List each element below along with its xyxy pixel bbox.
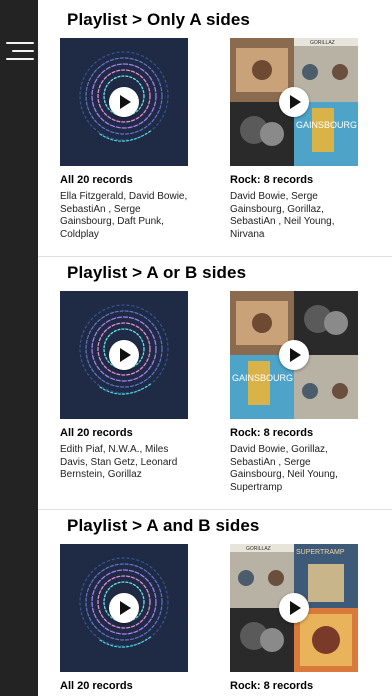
playlist-card-rock[interactable]: GORILLAZ SUPERTRAMP Rock: 8 records bbox=[230, 544, 358, 692]
card-title: Rock: 8 records bbox=[230, 427, 314, 439]
section-title: Playlist > Only A sides bbox=[67, 10, 250, 29]
card-artists: Ella Fitzgerald, David Bowie, SebastiAn … bbox=[60, 191, 188, 240]
cover-label: GAINSBOURG bbox=[296, 120, 357, 130]
play-icon[interactable] bbox=[279, 87, 309, 117]
card-artists: David Bowie, Serge Gainsbourg, Gorillaz,… bbox=[230, 191, 335, 240]
play-icon[interactable] bbox=[109, 340, 139, 370]
rock-collage-cover: GAINSBOURG bbox=[230, 291, 358, 419]
play-icon[interactable] bbox=[279, 340, 309, 370]
playlist-card-all[interactable]: All 20 records Edith Piaf, N.W.A., Miles… bbox=[60, 291, 188, 482]
rock-collage-cover: GORILLAZ SUPERTRAMP bbox=[230, 544, 358, 672]
section-title: Playlist > A or B sides bbox=[67, 263, 247, 282]
section-divider bbox=[38, 509, 392, 510]
generic-vinyl-cover bbox=[60, 38, 188, 166]
generic-vinyl-cover bbox=[60, 291, 188, 419]
menu-line bbox=[6, 58, 34, 60]
sidebar bbox=[0, 0, 38, 696]
rock-collage-cover: GORILLAZ GAINSBOURG bbox=[230, 38, 358, 166]
playlist-card-all[interactable]: All 20 records Ella Fitzgerald, David Bo… bbox=[60, 38, 188, 241]
cover-label: SUPERTRAMP bbox=[296, 549, 345, 556]
cover-label: GORILLAZ bbox=[246, 546, 271, 552]
cover-label: GAINSBOURG bbox=[232, 373, 293, 383]
playlist-list: Playlist > Only A sides All 20 records E… bbox=[38, 0, 392, 696]
card-title: All 20 records bbox=[60, 680, 133, 692]
menu-line bbox=[12, 50, 34, 52]
card-artists: David Bowie, Gorillaz, SebastiAn , Serge… bbox=[230, 444, 338, 493]
section-divider bbox=[38, 256, 392, 257]
section-title: Playlist > A and B sides bbox=[67, 516, 260, 535]
card-artists: Edith Piaf, N.W.A., Miles Davis, Stan Ge… bbox=[60, 444, 178, 480]
play-icon[interactable] bbox=[109, 593, 139, 623]
playlist-card-rock[interactable]: GAINSBOURG Rock: 8 records David Bowie, … bbox=[230, 291, 358, 494]
play-icon[interactable] bbox=[279, 593, 309, 623]
playlist-card-all[interactable]: All 20 records bbox=[60, 544, 188, 692]
playlist-card-rock[interactable]: GORILLAZ GAINSBOURG Rock: 8 records Davi… bbox=[230, 38, 358, 241]
hamburger-menu-icon[interactable] bbox=[6, 40, 34, 62]
cover-label: GORILLAZ bbox=[310, 40, 335, 46]
play-icon[interactable] bbox=[109, 87, 139, 117]
card-title: All 20 records bbox=[60, 174, 133, 186]
menu-line bbox=[6, 42, 34, 44]
card-title: All 20 records bbox=[60, 427, 133, 439]
card-title: Rock: 8 records bbox=[230, 680, 314, 692]
generic-vinyl-cover bbox=[60, 544, 188, 672]
card-title: Rock: 8 records bbox=[230, 174, 314, 186]
